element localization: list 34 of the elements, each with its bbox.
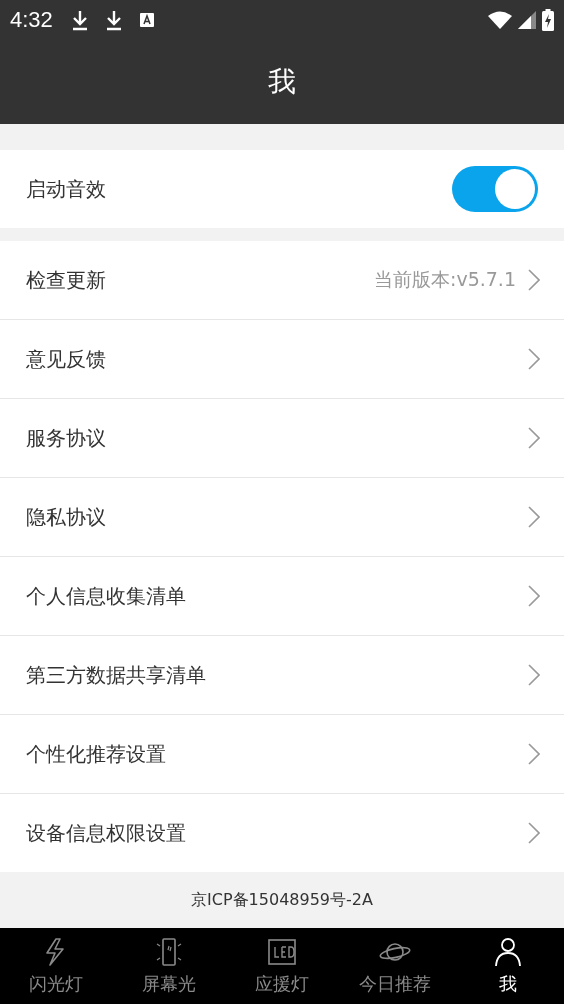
- menu-item[interactable]: 隐私协议: [0, 478, 564, 557]
- chevron-right-icon: [528, 427, 540, 449]
- nav-tab[interactable]: 应援灯: [225, 928, 339, 1004]
- license-text: 京ICP备15048959号-2A: [191, 889, 373, 911]
- page-title: 我: [268, 64, 296, 100]
- toggle-switch[interactable]: [452, 166, 538, 212]
- menu-item[interactable]: 服务协议: [0, 399, 564, 478]
- nav-tab[interactable]: 屏幕光: [112, 928, 226, 1004]
- clock: 4:32: [10, 7, 53, 33]
- menu-item[interactable]: 第三方数据共享清单: [0, 636, 564, 715]
- menu-item[interactable]: 意见反馈: [0, 320, 564, 399]
- led-icon: [266, 936, 298, 968]
- download-icon: [70, 9, 89, 31]
- chevron-right-icon: [528, 743, 540, 765]
- notification-icon: [138, 12, 155, 28]
- menu-item[interactable]: 设备信息权限设置: [0, 794, 564, 872]
- nav-tab[interactable]: 今日推荐: [338, 928, 452, 1004]
- signal-icon: [518, 11, 536, 29]
- setting-label: 启动音效: [26, 175, 106, 203]
- chevron-right-icon: [528, 506, 540, 528]
- chevron-right-icon: [528, 269, 540, 291]
- wifi-icon: [488, 11, 512, 29]
- chevron-right-icon: [528, 585, 540, 607]
- menu-item[interactable]: 个性化推荐设置: [0, 715, 564, 794]
- download-icon: [104, 9, 123, 31]
- nav-tab[interactable]: 我: [451, 928, 564, 1004]
- nav-tab[interactable]: 闪光灯: [0, 928, 113, 1004]
- menu-item[interactable]: 个人信息收集清单: [0, 557, 564, 636]
- chevron-right-icon: [528, 664, 540, 686]
- chevron-right-icon: [528, 822, 540, 844]
- version-text: 当前版本:v5.7.1: [374, 267, 516, 292]
- menu-item[interactable]: 检查更新 当前版本:v5.7.1: [0, 241, 564, 320]
- chevron-right-icon: [528, 348, 540, 370]
- battery-icon: [542, 9, 554, 31]
